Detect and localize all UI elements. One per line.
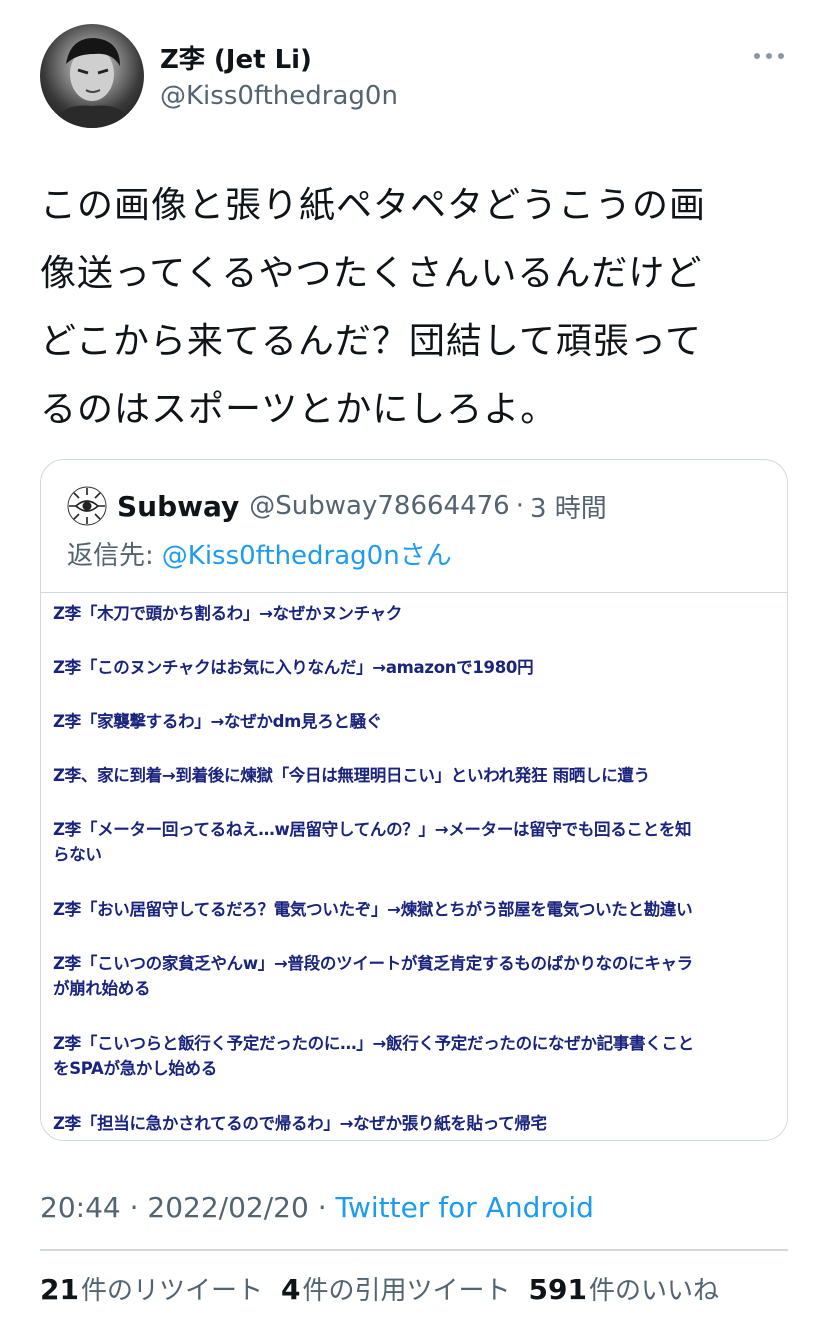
quotes-label: 件の引用ツイート xyxy=(302,1276,511,1306)
quotes-count: 4 xyxy=(280,1273,301,1306)
quotes-stat[interactable]: 4件の引用ツイート xyxy=(281,1270,511,1311)
tweet-text-line: この画像と張り紙ペタペタどうこうの画 xyxy=(40,185,707,226)
separator-dot: · xyxy=(317,1191,327,1224)
quoted-author-name[interactable]: Subway xyxy=(117,490,239,523)
tweet-text: この画像と張り紙ペタペタどうこうの画 像送ってくるやつたくさんいるんだけど どこ… xyxy=(40,172,790,444)
image-text-line: Z李「このヌンチャクはお気に入りなんだ」→amazonで1980円 xyxy=(53,658,534,677)
reply-to-prefix: 返信先: xyxy=(67,541,154,571)
retweets-label: 件のリツイート xyxy=(80,1276,263,1306)
image-text-line: Z李「担当に急かされてるので帰るわ」→なぜか張り紙を貼って帰宅 xyxy=(53,1114,547,1133)
tweet-text-line: 像送ってくるやつたくさんいるんだけど xyxy=(40,253,703,294)
author-handle[interactable]: @Kiss0fthedrag0n xyxy=(160,80,398,112)
likes-label: 件のいいね xyxy=(588,1276,719,1306)
tweet-time: 20:44 xyxy=(40,1191,121,1224)
image-text-line: Z李「こいつらと飯行く予定だったのに…」→飯行く予定だったのになぜか記事書くこと xyxy=(53,1034,694,1053)
reply-mention-link[interactable]: @Kiss0fthedrag0nさん xyxy=(162,541,452,571)
quoted-timestamp[interactable]: 3 時間 xyxy=(530,488,607,525)
image-text-line: Z李、家に到着→到着後に煉獄「今日は無理明日こい」といわれ発狂 雨晒しに遭う xyxy=(53,766,650,785)
likes-stat[interactable]: 591件のいいね xyxy=(528,1270,718,1311)
quoted-author-avatar[interactable] xyxy=(67,486,107,526)
quoted-tweet-image[interactable]: Z李「木刀で頭かち割るわ」→なぜかヌンチャク Z李「このヌンチャクはお気に入りな… xyxy=(41,592,787,1140)
tweet-meta: 20:44 · 2022/02/20 · Twitter for Android xyxy=(40,1188,594,1228)
reply-mention-handle: @Kiss0fthedrag0n xyxy=(161,541,400,571)
tweet-date: 2022/02/20 xyxy=(147,1191,309,1224)
more-options-icon[interactable] xyxy=(754,50,784,62)
image-text-line: が崩れ始める xyxy=(53,979,151,998)
image-text-line: Z李「おい居留守してるだろ？電気ついたぞ」→煉獄とちがう部屋を電気ついたと勘違い xyxy=(53,900,693,919)
image-text-line: Z李「メーター回ってるねえ…w居留守してんの？」→メーターは留守でも回ることを知 xyxy=(53,820,692,839)
dot xyxy=(778,53,784,59)
separator-dot: · xyxy=(515,491,524,521)
image-text-line: Z李「家襲撃するわ」→なぜかdm見ろと騒ぐ xyxy=(53,712,382,731)
author-avatar[interactable] xyxy=(40,24,144,128)
tweet-stats: 21件のリツイート 4件の引用ツイート 591件のいいね xyxy=(40,1270,737,1311)
dot xyxy=(766,53,772,59)
quoted-tweet-header: Subway @Subway78664476 · 3 時間 xyxy=(67,486,607,526)
image-text-line: らない xyxy=(53,845,102,864)
dot xyxy=(754,53,760,59)
tweet-text-line: るのはスポーツとかにしろよ。 xyxy=(40,389,558,430)
retweets-stat[interactable]: 21件のリツイート xyxy=(40,1270,263,1311)
reply-mention-suffix: さん xyxy=(399,541,452,571)
tweet-text-line: どこから来てるんだ？団結して頑張って xyxy=(40,321,703,362)
tweet-header: Z李 (Jet Li) @Kiss0fthedrag0n xyxy=(40,24,788,130)
separator-dot: · xyxy=(129,1191,139,1224)
reply-to-line: 返信先: @Kiss0fthedrag0nさん xyxy=(67,538,452,574)
quoted-tweet[interactable]: Subway @Subway78664476 · 3 時間 返信先: @Kiss0… xyxy=(40,459,788,1141)
eye-emblem-icon xyxy=(67,486,107,526)
tweet-source-link[interactable]: Twitter for Android xyxy=(336,1191,594,1224)
author-display-name[interactable]: Z李 (Jet Li) xyxy=(160,44,312,76)
divider xyxy=(40,1249,788,1251)
quoted-author-handle[interactable]: @Subway78664476 xyxy=(249,491,509,521)
image-text-line: Z李「こいつの家貧乏やんw」→普段のツイートが貧乏肯定するものばかりなのにキャラ xyxy=(53,954,693,973)
likes-count: 591 xyxy=(528,1273,587,1306)
image-text-line: をSPAが急かし始める xyxy=(53,1059,217,1078)
image-text-line: Z李「木刀で頭かち割るわ」→なぜかヌンチャク xyxy=(53,604,403,623)
retweets-count: 21 xyxy=(40,1273,79,1306)
avatar-portrait-icon xyxy=(52,38,134,128)
